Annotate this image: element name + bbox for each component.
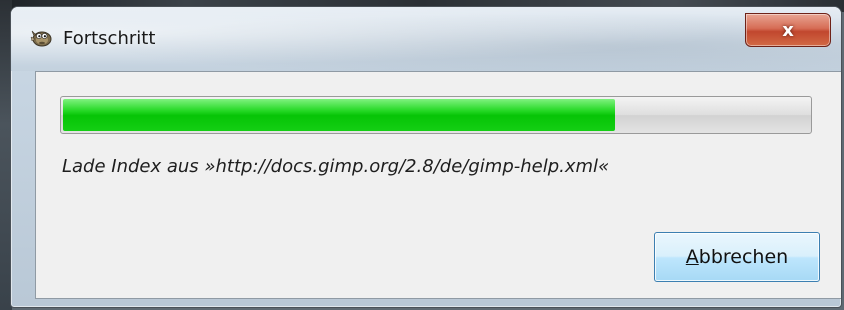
status-message: Lade Index aus »http://docs.gimp.org/2.8…	[62, 156, 610, 177]
title-bar[interactable]: Fortschritt x	[11, 7, 841, 63]
cancel-button-label: bbrechen	[698, 246, 789, 268]
cancel-button-mnemonic: A	[685, 246, 699, 268]
window-title: Fortschritt	[63, 28, 156, 49]
gimp-wilber-icon	[29, 27, 53, 47]
dialog-content: Lade Index aus »http://docs.gimp.org/2.8…	[35, 71, 841, 299]
progress-bar-fill	[63, 99, 615, 131]
close-icon: x	[782, 19, 794, 41]
progress-dialog: Fortschritt x Lade Index aus »http://doc…	[10, 6, 842, 308]
progress-bar	[60, 96, 812, 134]
close-button[interactable]: x	[745, 13, 831, 47]
cancel-button[interactable]: Abbrechen	[654, 232, 820, 282]
